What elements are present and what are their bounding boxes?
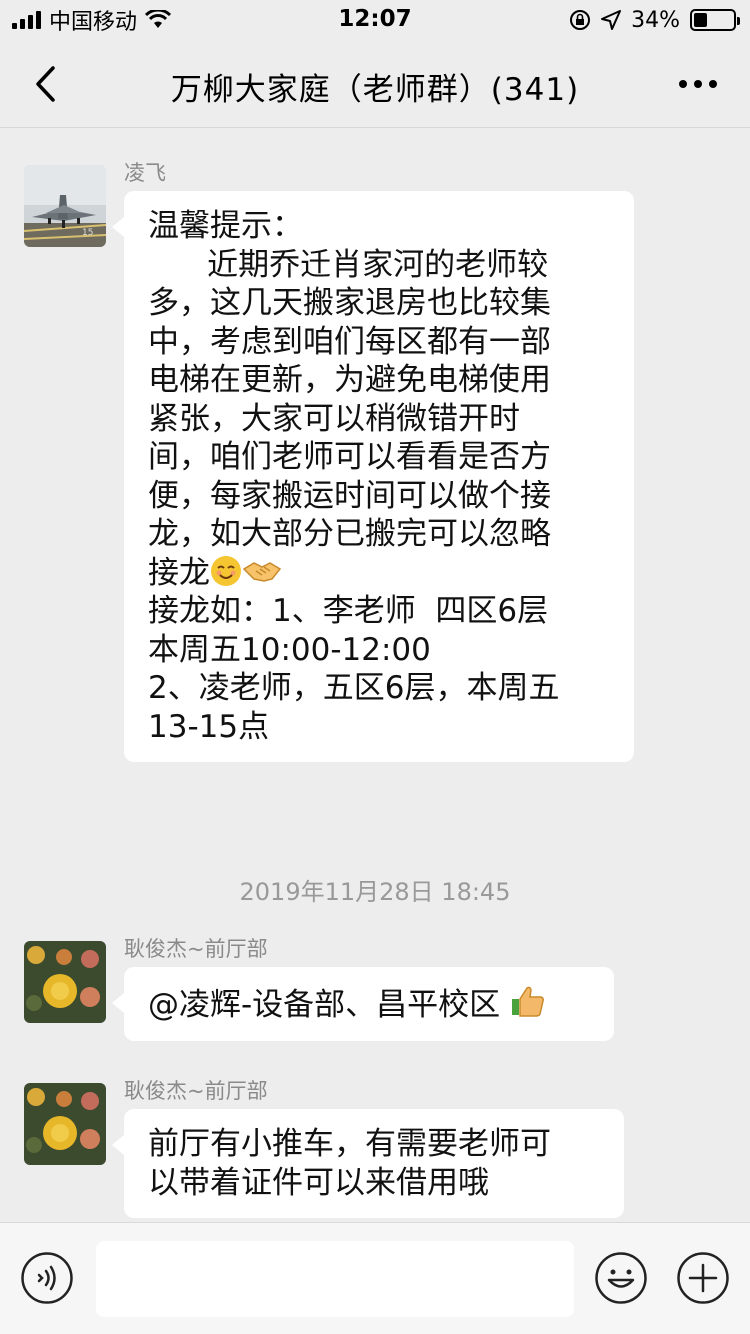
status-bar: 中国移动 12:07 34% [0, 0, 750, 40]
sender-name: 凌飞 [124, 161, 166, 185]
handshake-icon [242, 561, 282, 582]
ellipsis-dot [709, 80, 717, 88]
thumbs-up-icon [512, 986, 545, 1017]
ellipsis-icon [679, 80, 687, 88]
yellow-roses-avatar-icon [24, 1083, 106, 1165]
message-line: 温馨提示： [148, 208, 303, 244]
message-line: 中，考虑到咱们每区都有一部 [148, 323, 551, 360]
message-line-text: @凌辉-设备部、昌平校区 [148, 987, 501, 1023]
location-arrow-icon [601, 10, 622, 30]
sender-name: 耿俊杰~前厅部 [124, 1079, 268, 1103]
message-line: 多，这几天搬家退房也比较集 [148, 285, 551, 321]
voice-icon [21, 1252, 73, 1304]
battery-icon [690, 9, 740, 31]
message-line: 以带着证件可以来借用哦 [148, 1164, 489, 1201]
chat-title: 万柳大家庭（老师群）(341) [170, 72, 580, 108]
input-bar [0, 1222, 750, 1334]
message-line-emoji: 接龙 [148, 554, 610, 593]
jet-fighter-avatar-icon: 15 [24, 165, 106, 247]
more-button[interactable] [672, 66, 724, 102]
voice-button[interactable] [20, 1251, 74, 1305]
smiling-face-icon [211, 555, 241, 586]
message-line: 本周五10:00-12:00 [148, 631, 431, 668]
message-line: 接龙如：1、李老师 四区6层 [148, 593, 549, 629]
message-input[interactable] [96, 1241, 574, 1317]
sender-name: 耿俊杰~前厅部 [124, 937, 268, 961]
message-line: 电梯在更新，为避免电梯使用 [148, 362, 551, 398]
message-bubble[interactable]: @凌辉-设备部、昌平校区 [112, 967, 614, 1041]
message-line-emoji: @凌辉-设备部、昌平校区 [148, 983, 590, 1025]
message-line: 13-15点 [148, 708, 270, 745]
emoji-button[interactable] [594, 1251, 648, 1305]
battery-fill [694, 13, 707, 27]
plus-icon [677, 1252, 729, 1304]
ellipsis-dot [694, 80, 702, 88]
message-line: 便，每家搬运时间可以做个接 [148, 477, 551, 514]
rotation-lock-icon [570, 10, 591, 30]
message-bubble[interactable]: 温馨提示： 近期乔迁肖家河的老师较 多，这几天搬家退房也比较集 中，考虑到咱们每… [112, 191, 634, 762]
message-line: 前厅有小推车，有需要老师可 [148, 1126, 551, 1162]
battery-label: 34% [631, 7, 680, 33]
message-bubble[interactable]: 前厅有小推车，有需要老师可 以带着证件可以来借用哦 [112, 1109, 624, 1218]
chevron-left-icon [36, 66, 55, 102]
avatar[interactable]: 15 [24, 165, 106, 247]
message-line: 近期乔迁肖家河的老师较 [148, 246, 549, 283]
chat-timestamp: 2019年11月28日 18:45 [239, 878, 511, 906]
avatar[interactable] [24, 1083, 106, 1165]
message-line-text: 接龙 [148, 554, 210, 591]
message-line: 紧张，大家可以稍微错开时 [148, 400, 520, 437]
message-line: 2、凌老师，五区6层，本周五 [148, 670, 560, 706]
message-line: 龙，如大部分已搬完可以忽略 [148, 516, 551, 552]
plus-button[interactable] [676, 1251, 730, 1305]
nav-bar: 万柳大家庭（老师群）(341) [0, 40, 750, 128]
back-button[interactable] [20, 56, 70, 112]
avatar[interactable] [24, 941, 106, 1023]
message-line: 间，咱们老师可以看看是否方 [148, 439, 551, 475]
status-right: 34% [569, 6, 740, 34]
svg-text:15: 15 [82, 228, 93, 238]
emoji-face-icon [595, 1252, 647, 1304]
chat-area[interactable]: 15 凌飞 温馨提示： 近期乔迁肖家河的老师较 多，这几天搬家退房也比较集 中，… [0, 129, 750, 1222]
yellow-roses-avatar-icon [24, 941, 106, 1023]
